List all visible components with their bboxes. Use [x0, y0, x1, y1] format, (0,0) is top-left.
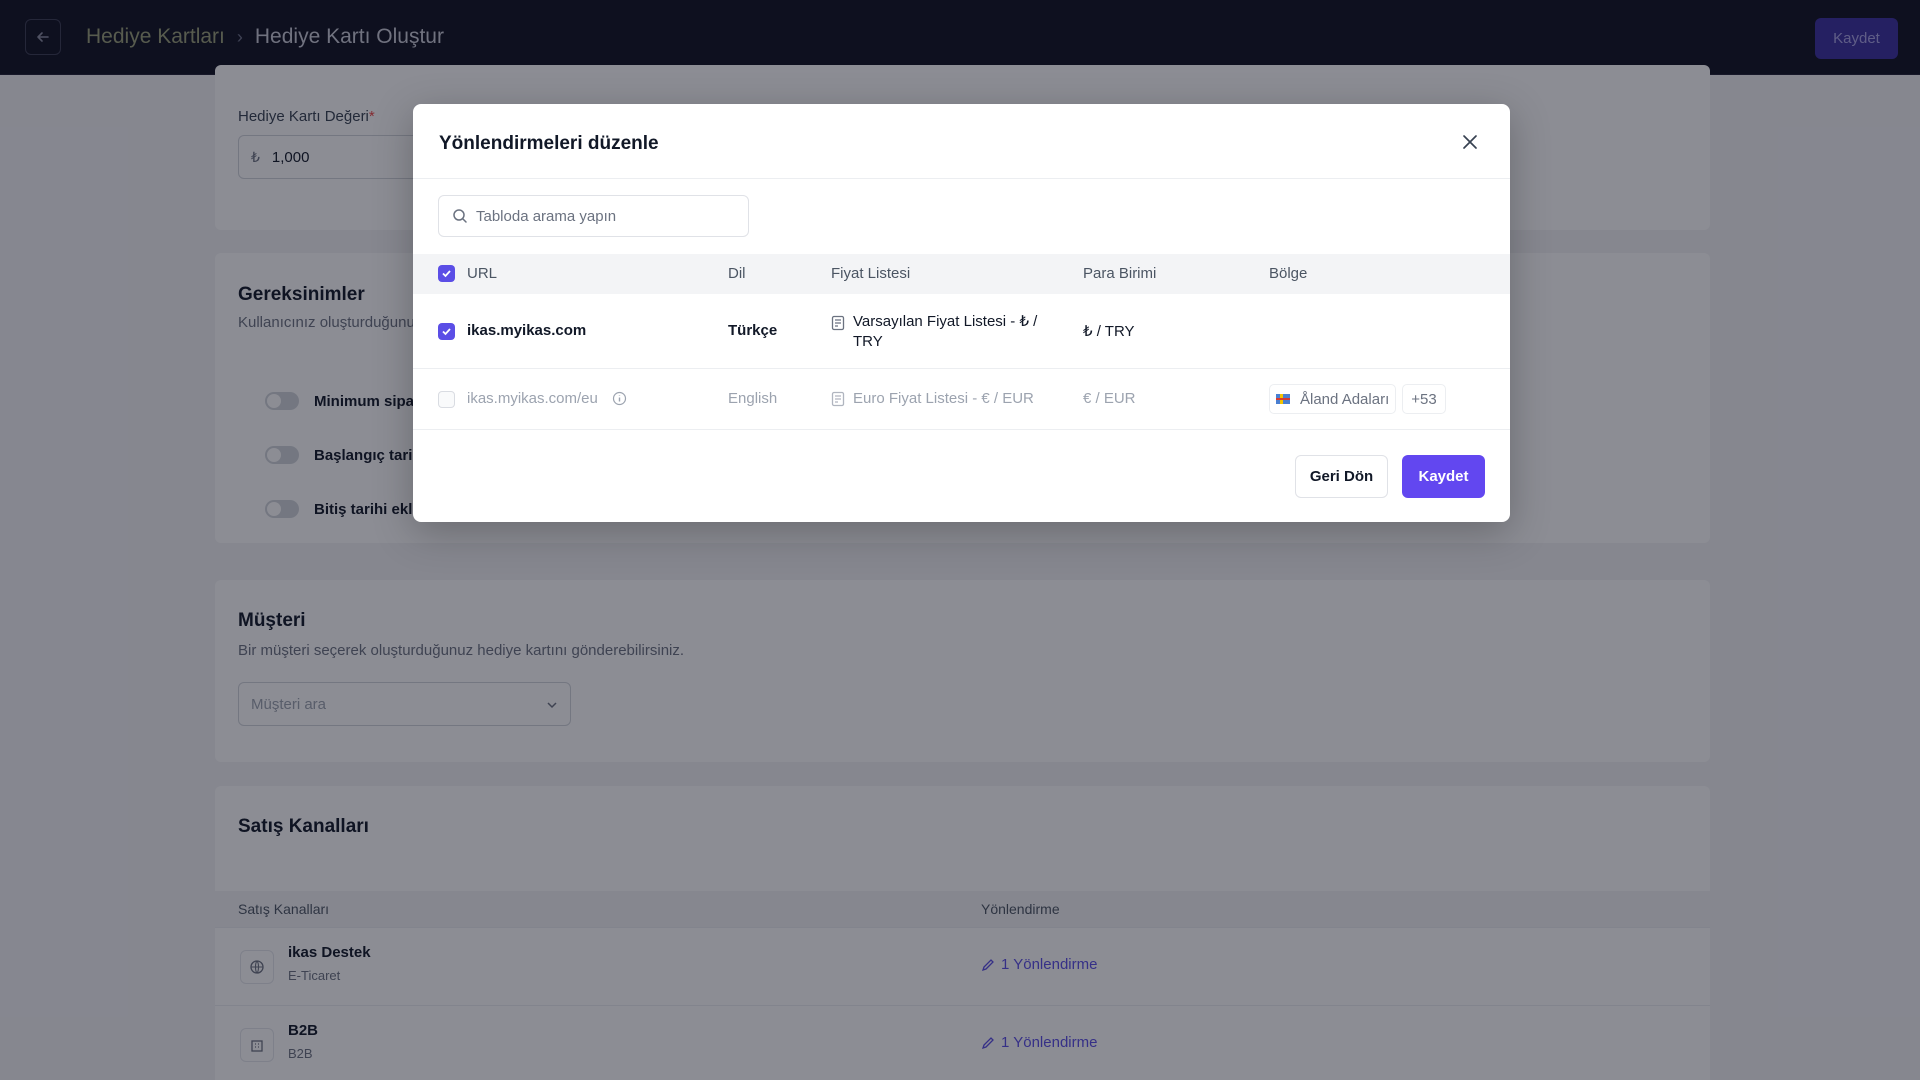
price-list-name: Euro Fiyat Listesi - € / EUR [853, 390, 1034, 407]
back-button-modal[interactable]: Geri Dön [1295, 455, 1388, 498]
modal-title: Yönlendirmeleri düzenle [439, 133, 659, 154]
price-list-icon [831, 391, 845, 406]
price-list-name-cont: TRY [853, 333, 883, 350]
region-cell: Åland Adaları +53 [1269, 384, 1446, 414]
aland-flag-icon [1276, 394, 1290, 404]
currency-cell: ₺ / TRY [1083, 323, 1135, 340]
select-all-checkbox[interactable] [438, 265, 455, 282]
price-list-cell: Euro Fiyat Listesi - € / EUR [831, 390, 1034, 407]
close-button[interactable] [1458, 130, 1482, 154]
language-cell: English [728, 390, 778, 407]
close-icon [1463, 135, 1477, 149]
redirects-table-head: URL Dil Fiyat Listesi Para Birimi Bölge [413, 254, 1510, 294]
row-checkbox[interactable] [438, 323, 455, 340]
col-region: Bölge [1269, 265, 1308, 282]
language-cell: Türkçe [728, 322, 778, 339]
url-cell: ikas.myikas.com/eu [467, 390, 627, 407]
region-more-badge[interactable]: +53 [1402, 384, 1446, 414]
region-tag: Åland Adaları [1269, 384, 1397, 414]
price-list-icon [831, 315, 845, 331]
col-language: Dil [728, 265, 746, 282]
region-name: Åland Adaları [1300, 390, 1390, 408]
table-search[interactable] [438, 195, 749, 237]
table-row: ikas.myikas.com Türkçe Varsayılan Fiyat … [413, 294, 1510, 369]
url-cell: ikas.myikas.com [467, 322, 587, 339]
search-icon [453, 209, 467, 223]
col-url: URL [467, 265, 498, 282]
currency-cell: € / EUR [1083, 390, 1136, 407]
edit-redirects-modal: Yönlendirmeleri düzenle URL Dil Fiyat Li… [413, 104, 1510, 522]
info-icon[interactable] [612, 391, 627, 406]
price-list-name: Varsayılan Fiyat Listesi - ₺ / [853, 313, 1038, 330]
search-input[interactable] [476, 207, 736, 225]
table-row: ikas.myikas.com/eu English Euro Fiyat Li… [413, 369, 1510, 430]
col-currency: Para Birimi [1083, 265, 1157, 282]
col-price-list: Fiyat Listesi [831, 265, 911, 282]
divider [413, 178, 1510, 179]
check-icon [442, 328, 451, 336]
check-icon [442, 270, 451, 278]
url-text: ikas.myikas.com/eu [467, 390, 598, 407]
save-button-modal[interactable]: Kaydet [1402, 455, 1485, 498]
price-list-cell: Varsayılan Fiyat Listesi - ₺ / TRY [831, 312, 1037, 352]
row-checkbox[interactable] [438, 391, 455, 408]
